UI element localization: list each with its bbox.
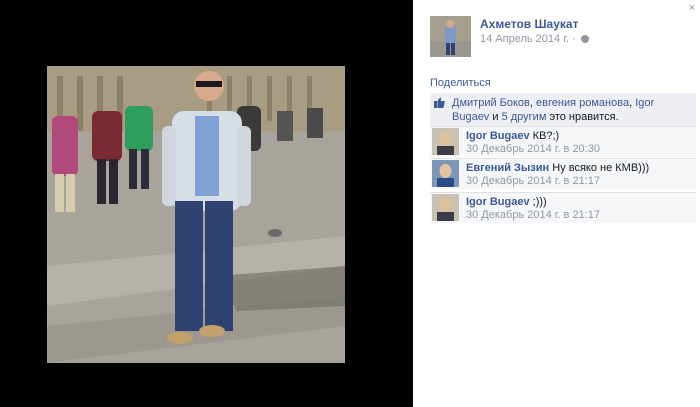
likes-suffix: это нравится.	[546, 111, 619, 123]
comment-item: Евгений Зызин Ну всяко не КМВ))) 30 Дека…	[430, 158, 696, 189]
like-others-link[interactable]: 5 другим	[502, 111, 547, 123]
commenter-avatar[interactable]	[432, 128, 459, 155]
comment-item: Igor Bugaev ;))) 30 Декабрь 2014 г. в 21…	[430, 192, 696, 223]
like-conjunction: и	[489, 111, 502, 123]
comment-author-name[interactable]: Евгений Зызин	[466, 162, 549, 174]
close-icon[interactable]: ×	[689, 2, 695, 14]
post-sidebar: × Ахметов Шаукат 14 Апрель 2014 г. · Под…	[413, 0, 700, 407]
comment-author[interactable]: Igor Bugaev ;)))	[466, 196, 547, 208]
avatar-photo	[432, 160, 459, 187]
globe-icon[interactable]	[580, 35, 589, 44]
comment-item: Igor Bugaev КВ?;) 30 Декабрь 2014 г. в 2…	[430, 126, 696, 157]
comment-author[interactable]: Igor Bugaev КВ?;)	[466, 130, 559, 142]
share-link[interactable]: Поделиться	[430, 77, 491, 89]
comment-text: КВ?;)	[529, 130, 560, 142]
comment-timestamp[interactable]: 30 Декабрь 2014 г. в 21:17	[466, 175, 600, 187]
photo-illustration	[47, 66, 345, 363]
like-thumb-icon	[434, 97, 445, 108]
comment-text: Ну всяко не КМВ)))	[549, 162, 650, 174]
avatar-photo	[430, 16, 471, 57]
comment-author-name[interactable]: Igor Bugaev	[466, 130, 530, 142]
photo-stage	[0, 0, 413, 407]
comment-author[interactable]: Евгений Зызин Ну всяко не КМВ)))	[466, 162, 649, 174]
post-author-name[interactable]: Ахметов Шаукат	[480, 17, 578, 31]
comment-author-name[interactable]: Igor Bugaev	[466, 196, 530, 208]
like-user-link[interactable]: Дмитрий Боков	[452, 97, 530, 109]
author-avatar[interactable]	[430, 16, 471, 57]
post-meta: 14 Апрель 2014 г. ·	[480, 33, 589, 45]
commenter-avatar[interactable]	[432, 194, 459, 221]
avatar-photo	[432, 128, 459, 155]
comment-timestamp[interactable]: 30 Декабрь 2014 г. в 20:30	[466, 143, 600, 155]
comment-text: ;)))	[529, 196, 547, 208]
avatar-photo	[432, 194, 459, 221]
likes-summary: Дмитрий Боков, евгения романова, Igor Bu…	[430, 93, 696, 127]
post-photo[interactable]	[47, 66, 345, 363]
like-user-link[interactable]: евгения романова	[536, 97, 629, 109]
post-date[interactable]: 14 Апрель 2014 г.	[480, 33, 569, 45]
meta-separator: ·	[571, 33, 576, 45]
commenter-avatar[interactable]	[432, 160, 459, 187]
comment-timestamp[interactable]: 30 Декабрь 2014 г. в 21:17	[466, 209, 600, 221]
